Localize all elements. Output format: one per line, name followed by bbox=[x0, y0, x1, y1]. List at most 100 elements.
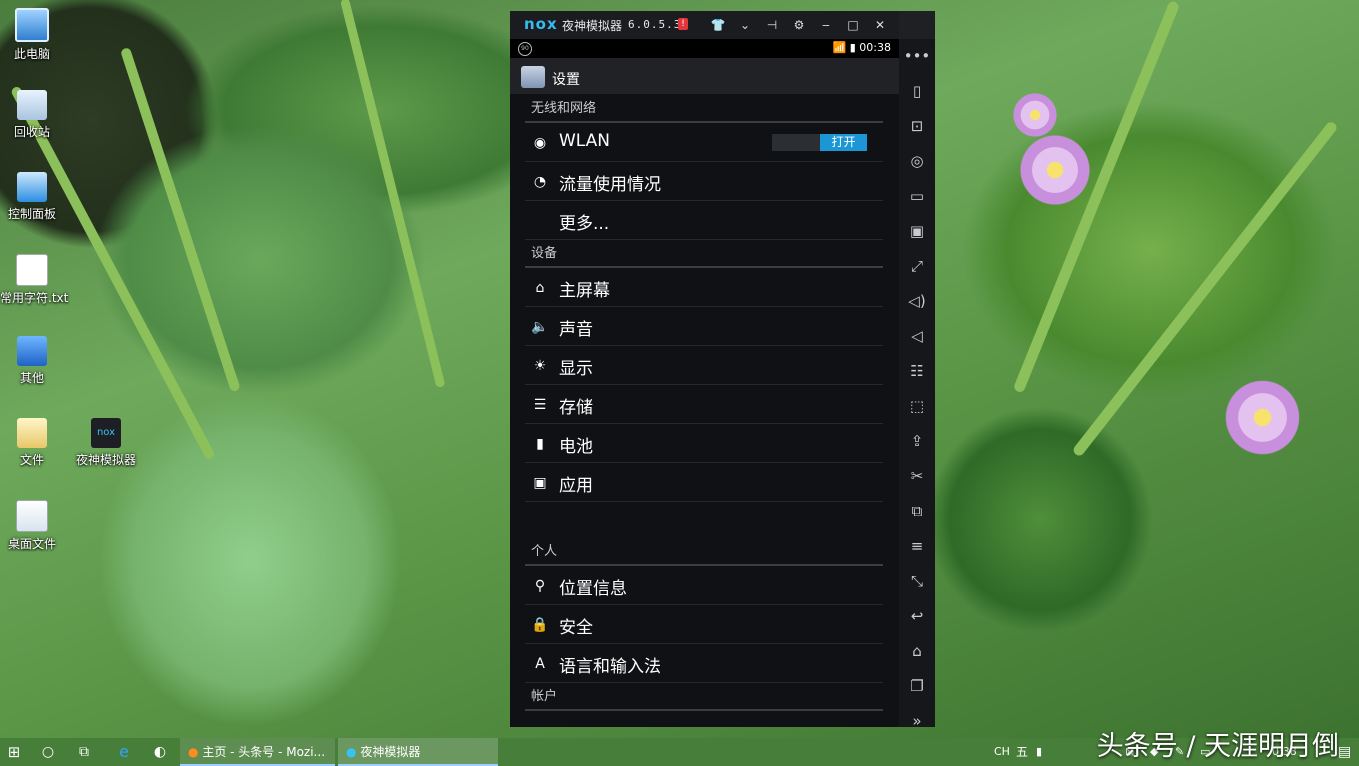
task-view-icon[interactable]: ⧉ bbox=[72, 738, 96, 766]
desktop-icon-other[interactable]: 其他 bbox=[0, 336, 64, 386]
expand-icon[interactable]: ⤡ bbox=[899, 564, 935, 599]
volume-down-icon[interactable]: ◁ bbox=[899, 319, 935, 354]
shake-icon[interactable]: ▯ bbox=[899, 74, 935, 109]
settings-row-data-usage[interactable]: ◔ 流量使用情况 bbox=[525, 162, 883, 201]
notification-center-icon[interactable]: ▤ bbox=[1338, 738, 1351, 766]
section-header-accounts: 帐户 bbox=[525, 685, 883, 711]
minimize-icon[interactable]: ‒ bbox=[817, 16, 835, 34]
back-icon[interactable]: ↩ bbox=[899, 599, 935, 634]
mouse-control-icon[interactable]: ⬚ bbox=[899, 389, 935, 424]
settings-row-home[interactable]: ⌂ 主屏幕 bbox=[525, 268, 883, 307]
settings-row-label: 应用 bbox=[559, 476, 593, 496]
lotus-flower bbox=[1220, 375, 1305, 460]
desktop-icon-label: 控制面板 bbox=[7, 207, 56, 221]
fullscreen-icon[interactable]: ⤢ bbox=[899, 249, 935, 284]
desktop-icon-control-panel[interactable]: 控制面板 bbox=[0, 172, 64, 222]
desktop-icon-label: 常用字符.txt bbox=[0, 291, 69, 305]
tray-ime[interactable]: 五 bbox=[1016, 738, 1028, 766]
skin-icon[interactable]: 👕 bbox=[709, 16, 727, 34]
sound-icon: 🔈 bbox=[531, 319, 549, 335]
settings-row-location[interactable]: ⚲ 位置信息 bbox=[525, 566, 883, 605]
settings-title: 设置 bbox=[552, 72, 580, 88]
desktop-icon-label: 此电脑 bbox=[13, 47, 50, 61]
settings-row-language[interactable]: A 语言和输入法 bbox=[525, 644, 883, 683]
file-share-icon[interactable]: ⇪ bbox=[899, 424, 935, 459]
tray-language[interactable]: CH bbox=[994, 738, 1010, 766]
edge-icon[interactable]: e bbox=[112, 738, 136, 766]
settings-row-label: WLAN bbox=[559, 131, 611, 151]
settings-row-label: 显示 bbox=[559, 359, 593, 379]
nox-emulator-window: nox 夜神模拟器 6.0.5.3 ! 👕 ⌄ ⊣ ⚙ ‒ □ ✕ 90 📶 ▮… bbox=[510, 11, 935, 730]
settings-row-storage[interactable]: ☰ 存储 bbox=[525, 385, 883, 424]
settings-row-label: 存储 bbox=[559, 398, 593, 418]
text-file-icon bbox=[16, 254, 48, 286]
taskbar-app-nox[interactable]: ● 夜神模拟器 bbox=[338, 738, 498, 766]
firefox-icon: ● bbox=[188, 745, 199, 759]
desktop-icon-files[interactable]: 文件 bbox=[0, 418, 64, 468]
lock-icon: 🔒 bbox=[531, 617, 549, 633]
settings-row-wlan[interactable]: ◉ WLAN 打开 bbox=[525, 123, 883, 162]
settings-row-more[interactable]: 更多... bbox=[525, 201, 883, 240]
recent-apps-icon[interactable]: ❐ bbox=[899, 669, 935, 704]
settings-app-bar: 设置 bbox=[510, 58, 899, 94]
section-header-wireless: 无线和网络 bbox=[525, 97, 883, 123]
maximize-icon[interactable]: □ bbox=[844, 16, 862, 34]
taskbar-app-firefox[interactable]: ● 主页 - 头条号 - Mozi... bbox=[180, 738, 335, 766]
desktop-icon-desktop-files[interactable]: 桌面文件 bbox=[0, 500, 64, 552]
scissors-icon[interactable]: ✂ bbox=[899, 459, 935, 494]
desktop-icon-label: 回收站 bbox=[13, 125, 50, 139]
windows-start-icon[interactable]: ⊞ bbox=[0, 738, 28, 766]
desktop-icon-recycle-bin[interactable]: 回收站 bbox=[0, 90, 64, 140]
settings-row-display[interactable]: ☀ 显示 bbox=[525, 346, 883, 385]
home-icon[interactable]: ⌂ bbox=[899, 634, 935, 669]
dropdown-icon[interactable]: ⌄ bbox=[736, 16, 754, 34]
settings-row-apps[interactable]: ▣ 应用 bbox=[525, 463, 883, 502]
robot-icon[interactable]: ⊡ bbox=[899, 109, 935, 144]
cortana-icon[interactable]: ○ bbox=[36, 738, 60, 766]
settings-row-label: 更多... bbox=[559, 214, 610, 234]
more-icon[interactable]: ••• bbox=[899, 39, 935, 74]
tray-ime-mode-icon[interactable]: ▮ bbox=[1036, 738, 1042, 766]
section-header-device: 设备 bbox=[525, 242, 883, 268]
volume-up-icon[interactable]: ◁) bbox=[899, 284, 935, 319]
status-right: 📶 ▮ 00:38 bbox=[833, 41, 891, 54]
collapse-icon[interactable]: » bbox=[899, 704, 935, 739]
location-icon[interactable]: ◎ bbox=[899, 144, 935, 179]
wifi-icon: ◉ bbox=[533, 135, 547, 151]
taskbar-app-label: 夜神模拟器 bbox=[360, 745, 421, 759]
pin-icon[interactable]: ⊣ bbox=[763, 16, 781, 34]
update-badge[interactable]: ! bbox=[678, 18, 688, 30]
keyboard-icon[interactable]: ▭ bbox=[899, 179, 935, 214]
settings-row-label: 语言和输入法 bbox=[559, 657, 661, 677]
nox-toolbar: ••• ▯ ⊡ ◎ ▭ ▣ ⤢ ◁) ◁ ☷ ⬚ ⇪ ✂ ⧉ ≡ ⤡ ↩ ⌂ ❐… bbox=[899, 39, 935, 730]
close-icon[interactable]: ✕ bbox=[871, 16, 889, 34]
pinned-app-icon[interactable]: ◐ bbox=[148, 738, 172, 766]
multi-instance-icon[interactable]: ⧉ bbox=[899, 494, 935, 529]
settings-row-label: 电池 bbox=[559, 437, 593, 457]
settings-row-sound[interactable]: 🔈 声音 bbox=[525, 307, 883, 346]
wifi-signal-icon: 📶 bbox=[832, 41, 847, 54]
status-time: 00:38 bbox=[859, 41, 891, 54]
screenshot-icon[interactable]: ▣ bbox=[899, 214, 935, 249]
data-usage-icon: ◔ bbox=[533, 174, 547, 190]
taskbar-app-label: 主页 - 头条号 - Mozi... bbox=[202, 745, 326, 759]
settings-row-battery[interactable]: ▮ 电池 bbox=[525, 424, 883, 463]
wlan-toggle[interactable]: 打开 bbox=[772, 134, 867, 151]
control-panel-icon bbox=[17, 172, 47, 202]
language-icon: A bbox=[535, 656, 545, 672]
apk-install-icon[interactable]: ☷ bbox=[899, 354, 935, 389]
desktop-icon-this-pc[interactable]: 此电脑 bbox=[0, 8, 64, 62]
settings-app-icon[interactable] bbox=[521, 66, 545, 88]
settings-icon[interactable]: ⚙ bbox=[790, 16, 808, 34]
menu-icon[interactable]: ≡ bbox=[899, 529, 935, 564]
section-header-personal: 个人 bbox=[525, 540, 883, 566]
storage-icon: ☰ bbox=[533, 397, 547, 413]
battery-icon: ▮ bbox=[536, 436, 544, 452]
settings-row-security[interactable]: 🔒 安全 bbox=[525, 605, 883, 644]
settings-row-label: 流量使用情况 bbox=[559, 175, 661, 195]
apps-icon: ▣ bbox=[533, 475, 547, 491]
nox-title-bar[interactable]: nox 夜神模拟器 6.0.5.3 ! 👕 ⌄ ⊣ ⚙ ‒ □ ✕ bbox=[510, 11, 899, 39]
recycle-bin-icon bbox=[17, 90, 47, 120]
desktop-icon-nox[interactable]: nox 夜神模拟器 bbox=[73, 418, 139, 468]
desktop-icon-text-file[interactable]: 常用字符.txt bbox=[0, 254, 69, 306]
